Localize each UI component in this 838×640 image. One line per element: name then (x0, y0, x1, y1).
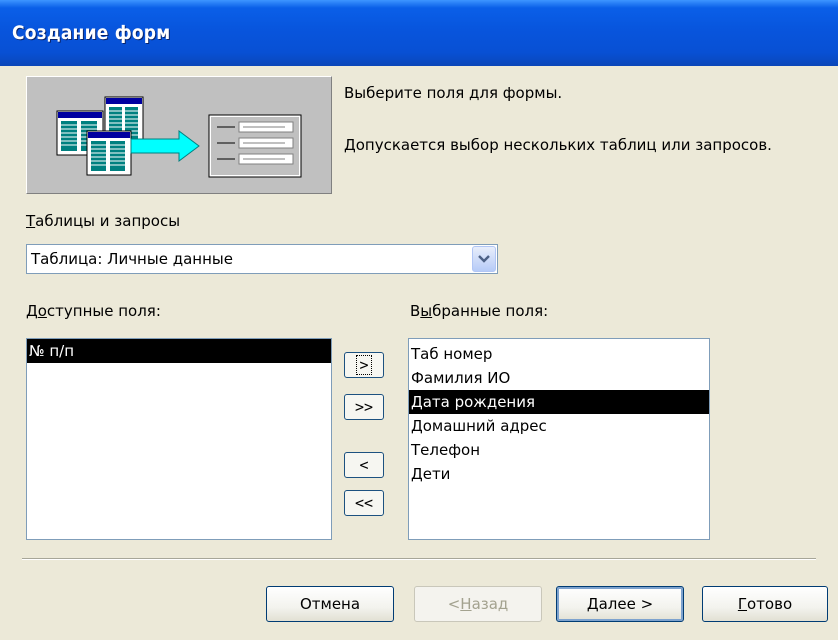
cancel-button[interactable]: Отмена (266, 586, 394, 622)
selected-fields-list[interactable]: Таб номер Фамилия ИО Дата рождения Домаш… (408, 338, 710, 540)
chevron-down-icon[interactable] (472, 246, 496, 272)
finish-button[interactable]: Готово (702, 586, 828, 622)
available-fields-list[interactable]: № п/п (26, 338, 332, 540)
combobox-value: Таблица: Личные данные (31, 250, 233, 268)
remove-one-button[interactable]: < (344, 452, 384, 478)
available-fields-label: Доступные поля: (26, 302, 161, 320)
title-bar[interactable]: Создание форм (0, 0, 838, 66)
tables-queries-combobox[interactable]: Таблица: Личные данные (26, 244, 498, 274)
list-item[interactable]: Домашний адрес (409, 414, 709, 438)
instruction-line-2: Допускается выбор нескольких таблиц или … (344, 136, 772, 154)
selected-fields-label: Выбранные поля: (410, 302, 549, 320)
list-item[interactable]: Телефон (409, 438, 709, 462)
window-title: Создание форм (12, 22, 171, 44)
back-button[interactable]: < Назад (414, 586, 542, 622)
instruction-line-1: Выберите поля для формы. (344, 84, 563, 102)
list-item[interactable]: Фамилия ИО (409, 366, 709, 390)
list-item-selected[interactable]: Дата рождения (409, 390, 709, 414)
list-item[interactable]: № п/п (27, 339, 331, 363)
add-all-button[interactable]: >> (344, 394, 384, 420)
add-one-button[interactable]: > (344, 352, 384, 378)
wizard-illustration (26, 76, 332, 194)
next-button[interactable]: Далее > (556, 586, 684, 622)
form-wizard-icon (56, 96, 302, 178)
tables-queries-label: Таблицы и запросы (26, 212, 181, 230)
list-item[interactable]: Дети (409, 462, 709, 486)
footer-divider (22, 558, 816, 560)
remove-all-button[interactable]: << (344, 490, 384, 516)
list-item[interactable]: Таб номер (409, 342, 709, 366)
